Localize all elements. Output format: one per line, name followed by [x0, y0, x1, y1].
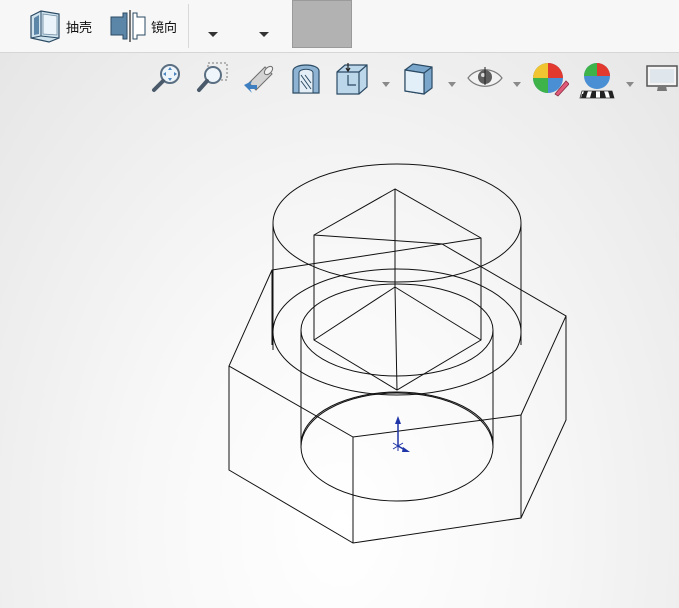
- top-prism-edges: [313, 188, 482, 391]
- shell-icon: [27, 8, 63, 44]
- hex-body-top-edges: [228, 243, 567, 438]
- ribbon-dropdown-arrow-1[interactable]: [208, 32, 218, 37]
- ribbon-dropdown-arrow-2[interactable]: [259, 32, 269, 37]
- shell-label: 抽壳: [66, 19, 93, 35]
- mirror-icon: [108, 8, 148, 44]
- mirror-button[interactable]: 镜向: [108, 6, 177, 46]
- ribbon-color-swatch[interactable]: [292, 0, 352, 48]
- shell-button[interactable]: 抽壳: [27, 6, 92, 46]
- mirror-label: 镜向: [151, 19, 178, 35]
- graphics-viewport[interactable]: [0, 53, 679, 608]
- hex-nut-wireframe-model[interactable]: [0, 53, 679, 608]
- command-manager-ribbon: 抽壳 镜向: [0, 0, 679, 53]
- ribbon-separator: [188, 4, 189, 48]
- origin-triad-icon: [392, 416, 410, 452]
